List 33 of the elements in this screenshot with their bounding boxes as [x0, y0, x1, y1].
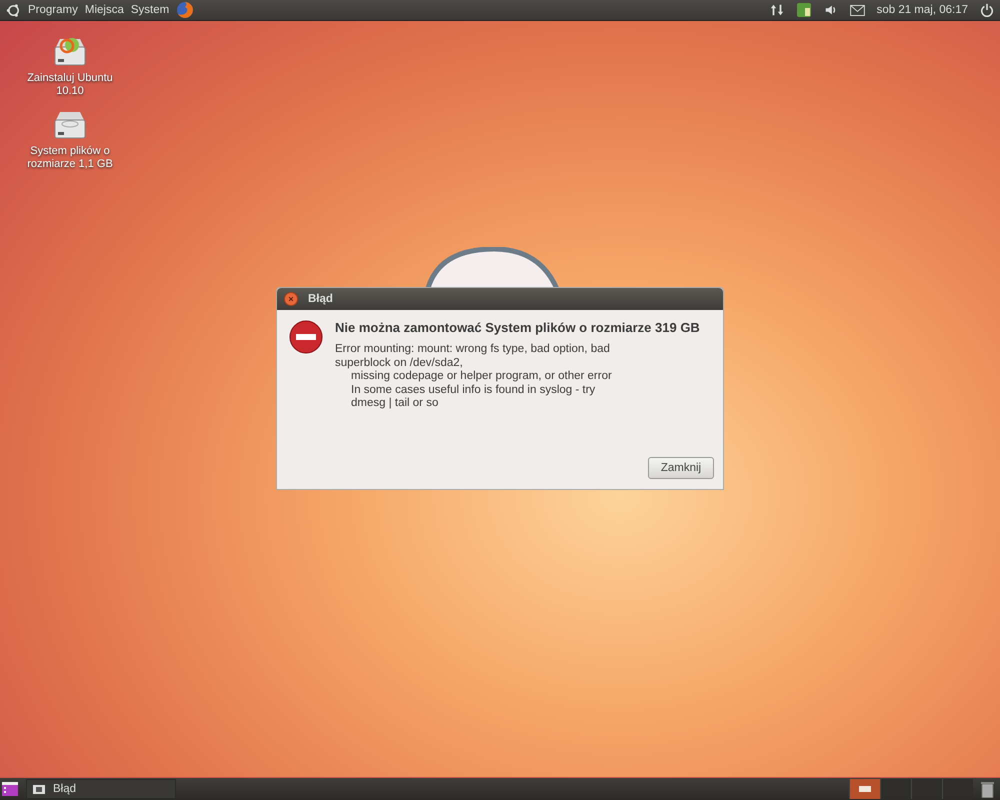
error-message-line: superblock on /dev/sda2, [335, 356, 464, 370]
window-thumbnail [859, 786, 871, 792]
window-icon [33, 784, 45, 794]
update-notifier-icon[interactable] [796, 2, 812, 18]
dialog-title: Błąd [308, 293, 333, 305]
desktop-icon-label[interactable]: Zainstaluj Ubuntu 10.10 [15, 72, 125, 98]
taskbar-button[interactable]: Błąd [26, 779, 176, 799]
close-button[interactable] [284, 292, 298, 306]
browser-globe-icon[interactable] [176, 1, 194, 19]
error-message-line: Error mounting: mount: wrong fs type, bad option, bad [335, 343, 611, 356]
ubuntu-logo-icon[interactable] [6, 2, 21, 18]
error-message-line: dmesg | tail or so [350, 397, 440, 410]
desktop-icon-label[interactable]: System plików o rozmiarze 1,1 GB [15, 145, 125, 171]
mail-envelope-icon[interactable] [850, 4, 865, 16]
workspace-switcher-cell[interactable] [849, 779, 880, 799]
menu-item[interactable]: System [130, 4, 170, 16]
workspace-switcher-cell[interactable] [942, 779, 973, 799]
error-icon [289, 320, 323, 354]
network-arrows-icon[interactable] [770, 3, 784, 17]
clock[interactable]: sob 21 maj, 06:17 [876, 4, 968, 16]
error-heading: Nie można zamontować System plików o rozmiarze 319 GB [335, 320, 700, 335]
error-message-line: In some cases useful info is found in syslog - try [350, 384, 596, 397]
menu-item[interactable]: Miejsca [84, 4, 124, 16]
close-button[interactable]: Zamknij [648, 457, 714, 479]
workspace-switcher-cell[interactable] [880, 779, 911, 799]
show-desktop-icon[interactable] [2, 782, 18, 796]
volume-icon[interactable] [824, 3, 838, 17]
power-icon[interactable] [980, 3, 994, 17]
error-message-line: missing codepage or helper program, or other error [350, 370, 613, 384]
menu-item[interactable]: Programy [28, 4, 78, 16]
trash-icon[interactable] [981, 780, 994, 798]
close-x-icon [288, 296, 294, 302]
workspace-switcher-cell[interactable] [911, 779, 942, 799]
